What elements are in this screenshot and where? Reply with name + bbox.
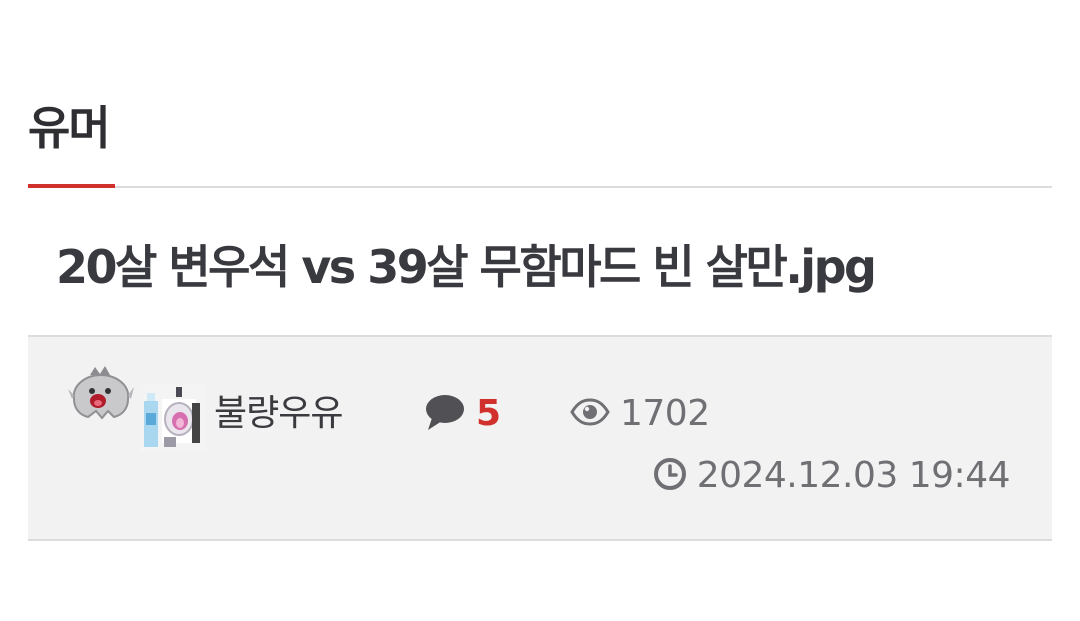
author-name[interactable]: 불량우유 <box>214 389 343 439</box>
post-date-group: 2024.12.03 19:44 <box>653 451 1011 501</box>
view-count-group: 1702 <box>570 389 710 439</box>
post-title: 20살 변우석 vs 39살 무함마드 빈 살만.jpg <box>56 240 877 294</box>
eye-icon <box>570 398 610 430</box>
speech-bubble-icon <box>424 392 466 436</box>
board-title-link[interactable]: 유머 <box>28 98 111 158</box>
ghost-level-icon[interactable] <box>68 365 134 427</box>
board-header: 유머 <box>28 96 1052 188</box>
post-view-page: 유머 20살 변우석 vs 39살 무함마드 빈 살만.jpg 불량우유 5 1… <box>0 0 1080 621</box>
board-active-underline <box>28 184 115 188</box>
comment-count: 5 <box>476 393 502 434</box>
comment-count-link[interactable]: 5 <box>424 389 501 439</box>
pixel-avatar-icon[interactable] <box>140 385 206 451</box>
post-meta-box: 불량우유 5 1702 2024.12.03 19:44 <box>28 335 1052 541</box>
clock-icon <box>653 457 687 495</box>
view-count: 1702 <box>620 393 710 434</box>
post-date: 2024.12.03 19:44 <box>696 455 1011 496</box>
